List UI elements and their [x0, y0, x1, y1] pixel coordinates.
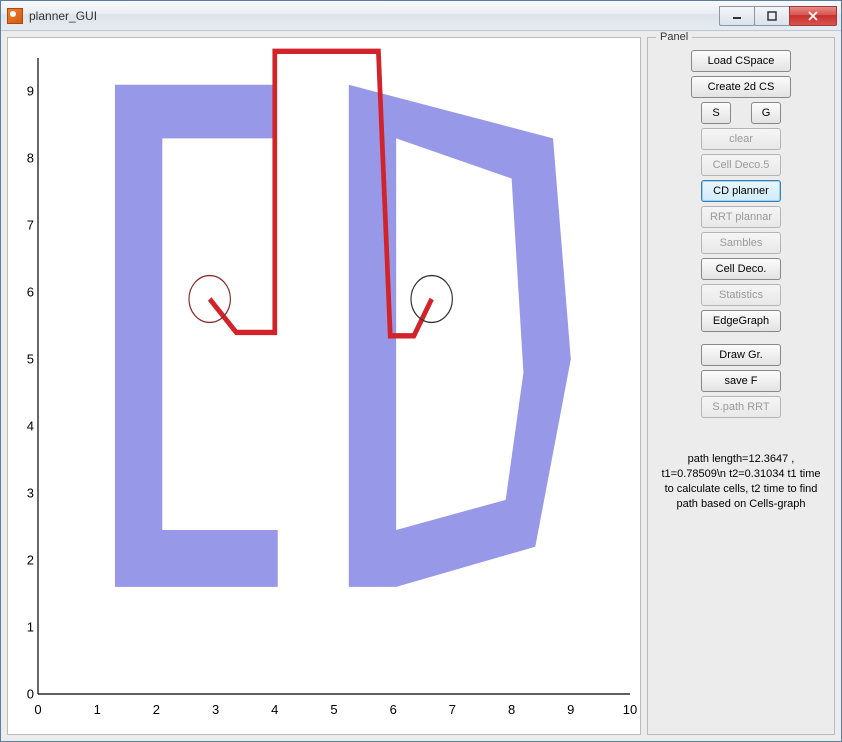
goal-marker	[411, 276, 452, 323]
y-tick-label: 6	[14, 285, 34, 300]
app-icon	[7, 8, 23, 24]
x-tick-label: 10	[623, 702, 637, 717]
draw-gr-button[interactable]: Draw Gr.	[701, 344, 781, 366]
side-panel: Panel Load CSpace Create 2d CS S G clear…	[647, 37, 835, 735]
y-axis-ticks: 0123456789	[14, 58, 34, 694]
y-tick-label: 5	[14, 352, 34, 367]
load-cspace-button[interactable]: Load CSpace	[691, 50, 791, 72]
sg-row: S G	[656, 102, 826, 124]
cell-deco-button[interactable]: Cell Deco.	[701, 258, 781, 280]
y-tick-label: 1	[14, 620, 34, 635]
g-button[interactable]: G	[751, 102, 781, 124]
y-tick-label: 7	[14, 218, 34, 233]
y-tick-label: 0	[14, 687, 34, 702]
y-tick-label: 9	[14, 84, 34, 99]
cd-planner-button[interactable]: CD planner	[701, 180, 781, 202]
app-window: planner_GUI	[0, 0, 842, 742]
create-2d-cs-button[interactable]: Create 2d CS	[691, 76, 791, 98]
titlebar[interactable]: planner_GUI	[1, 1, 841, 31]
client-area: 0 1 2 3 4 5 6 7 8 9 0 1 2 3 4 5 6 7 8 9 10 Panel Load CSpac…	[1, 31, 841, 741]
x-tick-label: 5	[330, 702, 337, 717]
y-tick-label: 3	[14, 486, 34, 501]
window-buttons	[720, 6, 837, 26]
spath-rrt-button[interactable]: S.path RRT	[701, 396, 781, 418]
start-marker	[189, 276, 230, 323]
save-f-button[interactable]: save F	[701, 370, 781, 392]
maximize-button[interactable]	[754, 6, 790, 26]
x-tick-label: 6	[390, 702, 397, 717]
x-tick-label: 0	[34, 702, 41, 717]
panel-label: Panel	[656, 31, 692, 43]
y-tick-label: 8	[14, 151, 34, 166]
edgegraph-button[interactable]: EdgeGraph	[701, 310, 781, 332]
x-tick-label: 8	[508, 702, 515, 717]
sambles-button[interactable]: Sambles	[701, 232, 781, 254]
obstacle-left	[115, 85, 278, 587]
x-tick-label: 4	[271, 702, 278, 717]
window-title: planner_GUI	[29, 9, 97, 23]
status-text: path length=12.3647 , t1=0.78509\n t2=0.…	[656, 452, 826, 511]
s-button[interactable]: S	[701, 102, 731, 124]
x-tick-label: 1	[94, 702, 101, 717]
close-button[interactable]	[789, 6, 837, 26]
cell-deco5-button[interactable]: Cell Deco.5	[701, 154, 781, 176]
minimize-button[interactable]	[719, 6, 755, 26]
close-icon	[808, 11, 818, 21]
x-tick-label: 9	[567, 702, 574, 717]
x-tick-label: 2	[153, 702, 160, 717]
x-tick-label: 7	[449, 702, 456, 717]
x-axis-ticks: 012345678910	[38, 702, 630, 722]
plot-area: 0 1 2 3 4 5 6 7 8 9 0 1 2 3 4 5 6 7 8 9 10	[7, 37, 641, 735]
x-tick-label: 3	[212, 702, 219, 717]
clear-button[interactable]: clear	[701, 128, 781, 150]
y-tick-label: 2	[14, 553, 34, 568]
plot-svg	[38, 58, 630, 694]
maximize-icon	[767, 11, 777, 21]
rrt-plannar-button[interactable]: RRT plannar	[701, 206, 781, 228]
y-tick-label: 4	[14, 419, 34, 434]
axes[interactable]: 0123456789 012345678910	[38, 58, 630, 694]
statistics-button[interactable]: Statistics	[701, 284, 781, 306]
minimize-icon	[732, 11, 742, 21]
